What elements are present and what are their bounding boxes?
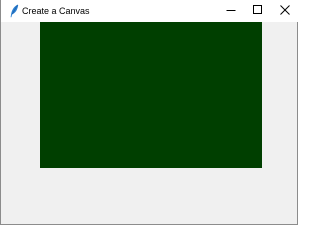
minimize-button[interactable]	[217, 0, 245, 22]
maximize-icon	[253, 2, 263, 20]
window-title: Create a Canvas	[22, 6, 90, 16]
drawing-canvas[interactable]	[40, 22, 262, 168]
maximize-button[interactable]	[244, 0, 272, 22]
close-icon	[280, 2, 290, 20]
app-window: Create a Canvas	[0, 0, 299, 225]
feather-icon[interactable]	[9, 4, 19, 18]
close-button[interactable]	[271, 0, 299, 22]
title-bar[interactable]: Create a Canvas	[1, 0, 299, 22]
minimize-icon	[226, 2, 236, 20]
